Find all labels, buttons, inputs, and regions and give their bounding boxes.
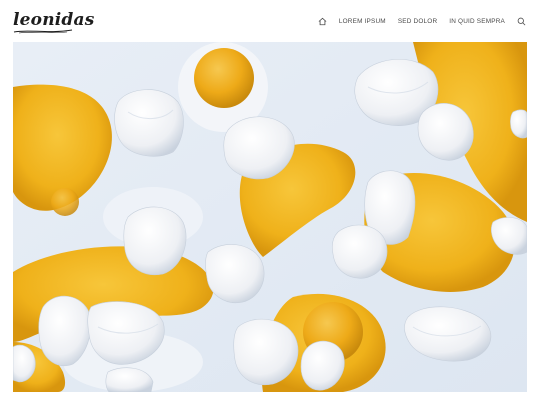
site-logo[interactable]: leonidas [13, 10, 95, 30]
hero-image [13, 42, 527, 392]
site-header: leonidas LOREM IPSUM SED DOLOR IN QUID S… [0, 0, 540, 42]
main-nav: LOREM IPSUM SED DOLOR IN QUID SEMPRA [318, 14, 526, 28]
nav-item-sed-dolor[interactable]: SED DOLOR [398, 18, 437, 25]
hero-eggs-illustration [13, 42, 527, 392]
nav-item-in-quid-sempra[interactable]: IN QUID SEMPRA [449, 18, 505, 25]
search-icon[interactable] [517, 17, 526, 26]
home-icon[interactable] [318, 17, 327, 26]
logo-swoosh [13, 29, 73, 34]
nav-item-lorem-ipsum[interactable]: LOREM IPSUM [339, 18, 386, 25]
